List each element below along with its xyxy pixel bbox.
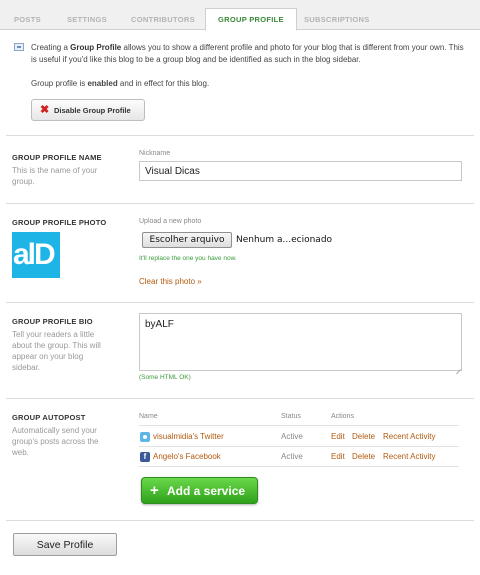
section-desc-autopost: Automatically send your group's posts ac…: [12, 426, 99, 457]
column-header-name: Name: [139, 413, 158, 420]
column-header-status: Status: [281, 413, 301, 420]
divider: [6, 302, 474, 303]
resize-handle-icon[interactable]: [455, 364, 461, 370]
divider: [6, 135, 474, 136]
section-title-name: GROUP PROFILE NAME: [12, 153, 102, 162]
recent-activity-link[interactable]: Recent Activity: [383, 452, 435, 461]
tab-group-profile[interactable]: GROUP PROFILE: [205, 8, 297, 31]
html-hint: (Some HTML OK): [139, 374, 191, 381]
section-title-photo: GROUP PROFILE PHOTO: [12, 218, 107, 227]
nickname-input[interactable]: [139, 161, 462, 181]
clear-photo-link[interactable]: Clear this photo »: [139, 277, 202, 286]
service-name-facebook[interactable]: Angelo's Facebook: [153, 452, 221, 461]
disable-group-profile-button[interactable]: ✖ Disable Group Profile: [31, 99, 145, 121]
group-profile-photo: alD: [12, 232, 60, 278]
choose-file-button[interactable]: Escolher arquivo: [142, 232, 232, 248]
divider: [6, 203, 474, 204]
upload-label: Upload a new photo: [139, 218, 202, 225]
delete-link[interactable]: Delete: [352, 452, 375, 461]
table-divider: [139, 466, 459, 467]
service-status: Active: [281, 432, 303, 441]
tab-bar: POSTS SETTINGS CONTRIBUTORS GROUP PROFIL…: [0, 0, 480, 31]
profile-card-icon: [14, 43, 24, 51]
file-name-text: Nenhum a...ecionado: [236, 235, 333, 245]
delete-link[interactable]: Delete: [352, 432, 375, 441]
section-desc-bio: Tell your readers a little about the gro…: [12, 330, 101, 372]
divider: [6, 398, 474, 399]
tab-contributors[interactable]: CONTRIBUTORS: [131, 9, 195, 30]
service-name-twitter[interactable]: visualmidia's Twitter: [153, 432, 224, 441]
intro-text: Creating a Group Profile allows you to s…: [31, 43, 464, 64]
divider: [6, 520, 474, 521]
tab-subscriptions[interactable]: SUBSCRIPTIONS: [304, 9, 370, 30]
facebook-icon: f: [140, 452, 150, 462]
column-header-actions: Actions: [331, 413, 354, 420]
recent-activity-link[interactable]: Recent Activity: [383, 432, 435, 441]
edit-link[interactable]: Edit: [331, 432, 345, 441]
replace-hint: It'll replace the one you have now.: [139, 255, 237, 262]
edit-link[interactable]: Edit: [331, 452, 345, 461]
table-divider: [139, 425, 459, 426]
tab-settings[interactable]: SETTINGS: [67, 9, 107, 30]
group-profile-status: Group profile is enabled and in effect f…: [31, 79, 210, 88]
bio-textarea[interactable]: byALF: [139, 313, 462, 371]
service-status: Active: [281, 452, 303, 461]
section-desc-name: This is the name of your group.: [12, 166, 98, 186]
add-service-button[interactable]: + Add a service: [141, 477, 258, 504]
section-title-autopost: GROUP AUTOPOST: [12, 413, 86, 422]
twitter-icon: [140, 432, 150, 442]
close-icon: ✖: [40, 104, 50, 116]
plus-icon: +: [150, 482, 159, 499]
section-title-bio: GROUP PROFILE BIO: [12, 317, 93, 326]
table-divider: [139, 446, 459, 447]
tab-posts[interactable]: POSTS: [14, 9, 41, 30]
save-profile-button[interactable]: Save Profile: [13, 533, 117, 556]
nickname-label: Nickname: [139, 150, 171, 157]
